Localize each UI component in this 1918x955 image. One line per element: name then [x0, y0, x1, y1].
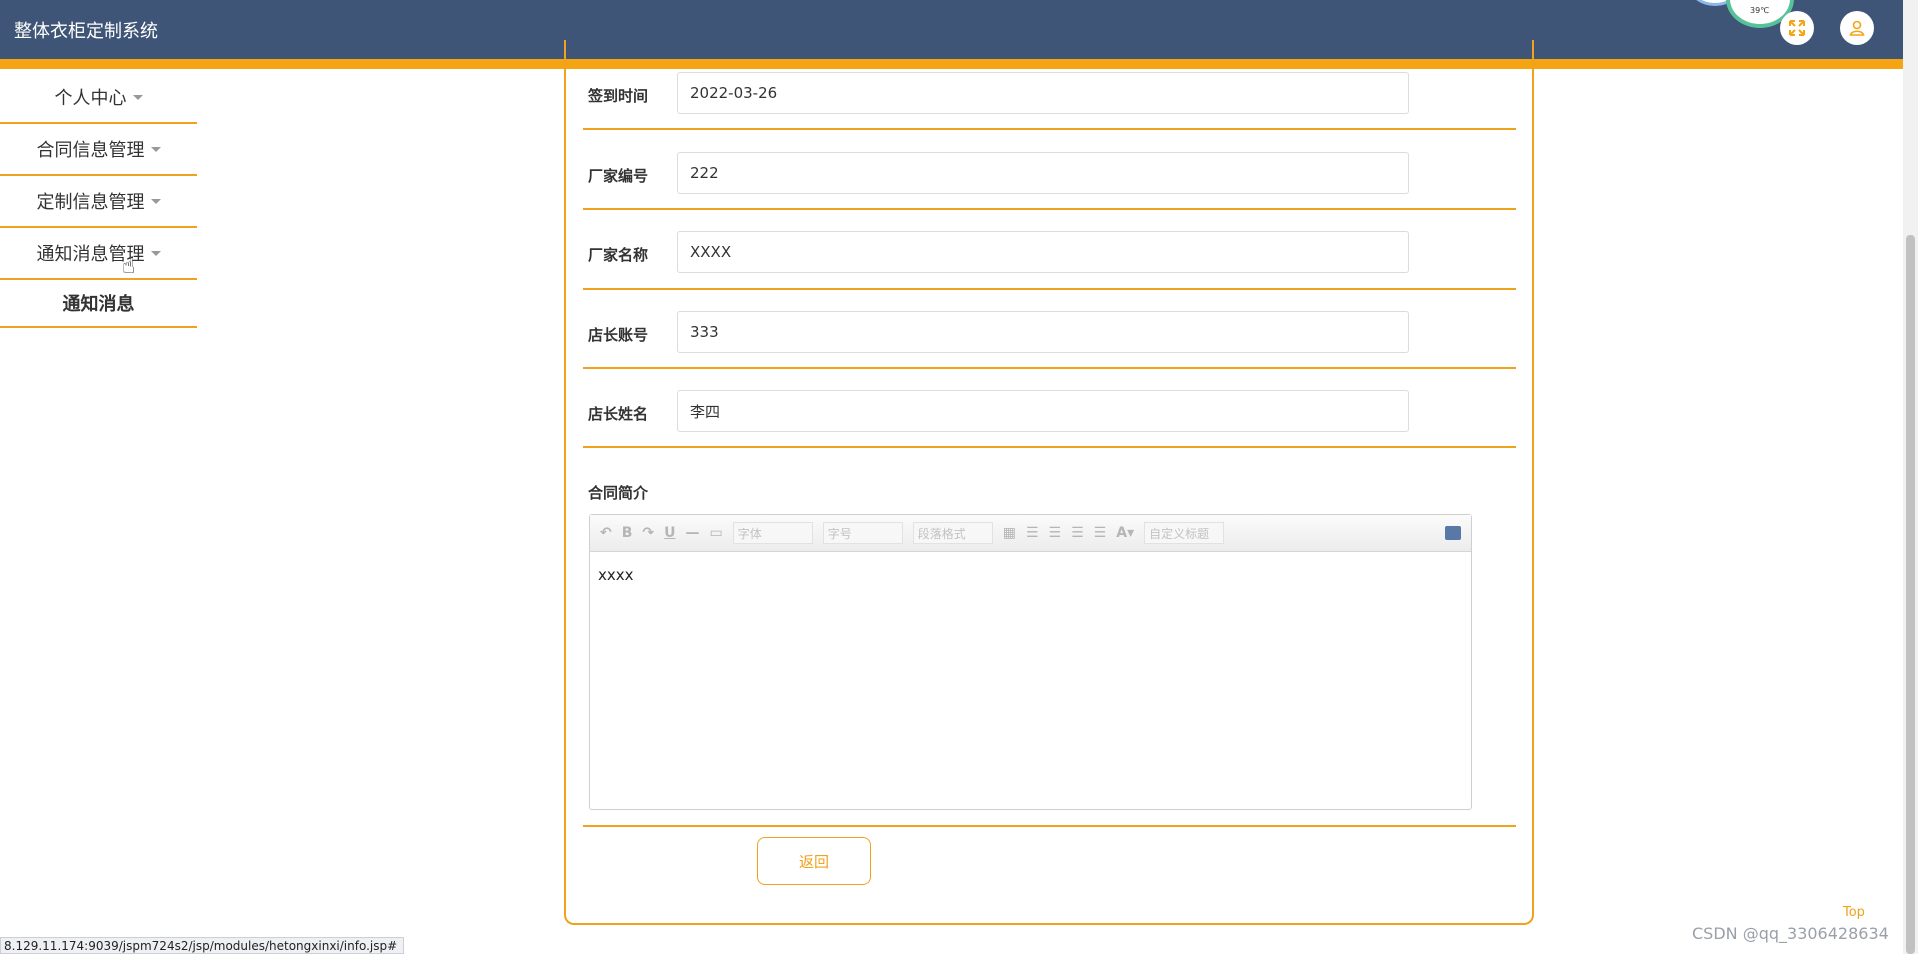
watermark: CSDN @qq_3306428634	[1692, 924, 1889, 943]
hand-cursor-icon: ☝	[122, 254, 136, 279]
field-label: 厂家名称	[588, 246, 649, 264]
sidebar-item-label: 定制信息管理	[36, 192, 145, 213]
user-button[interactable]	[1840, 11, 1874, 45]
sidebar-item-custom-management[interactable]: 定制信息管理	[0, 176, 197, 228]
font-family-select[interactable]: 字体	[732, 522, 813, 544]
fullscreen-icon	[1789, 20, 1805, 36]
form-row-factory-id: 厂家编号 222	[583, 128, 1516, 210]
chevron-down-icon	[132, 94, 143, 100]
sidebar: 个人中心 合同信息管理 定制信息管理 通知消息管理 通知消息	[0, 72, 197, 328]
sidebar-item-label: 通知消息	[62, 294, 135, 315]
sidebar-item-notice-management[interactable]: 通知消息管理	[0, 228, 197, 280]
underline-icon[interactable]: U	[664, 525, 675, 541]
fullscreen-button[interactable]	[1780, 11, 1814, 45]
status-bar-url: 8.129.11.174:9039/jspm724s2/jsp/modules/…	[0, 937, 405, 954]
manager-account-field[interactable]: 333	[677, 311, 1409, 353]
sidebar-item-personal-center[interactable]: 个人中心	[0, 72, 197, 124]
field-label: 店长姓名	[588, 405, 649, 423]
field-label: 厂家编号	[588, 167, 649, 185]
sidebar-subitem-notice[interactable]: 通知消息	[0, 280, 197, 328]
back-button[interactable]: 返回	[757, 837, 871, 885]
field-label: 合同简介	[588, 484, 649, 502]
manager-name-field[interactable]: 李四	[677, 390, 1409, 432]
chevron-down-icon	[150, 250, 161, 256]
align-center-icon[interactable]: ☰	[1071, 525, 1084, 541]
bold-icon[interactable]: B	[622, 525, 633, 541]
align-justify-icon[interactable]: ☰	[1094, 525, 1107, 541]
factory-id-field[interactable]: 222	[677, 152, 1409, 194]
horizontal-rule-icon[interactable]: —	[686, 525, 700, 541]
form-row-checkin-time: 签到时间 2022-03-26	[583, 72, 1516, 130]
align-right-icon[interactable]: ☰	[1049, 525, 1062, 541]
chevron-down-icon	[150, 198, 161, 204]
field-label: 签到时间	[588, 87, 649, 105]
field-label: 店长账号	[588, 326, 649, 344]
sidebar-item-label: 合同信息管理	[36, 140, 145, 161]
editor-toolbar: ↶ B ↷ U — ▭ 字体 字号 段落格式 ▦ ☰ ☰ ☰ ☰ A▾ 自定义标…	[590, 515, 1471, 552]
editor-content[interactable]: xxxx	[590, 552, 1471, 598]
paste-icon[interactable]: ▭	[710, 525, 723, 541]
form-row-manager-name: 店长姓名 李四	[583, 367, 1516, 448]
app-title: 整体衣柜定制系统	[14, 21, 158, 42]
sidebar-item-label: 个人中心	[54, 88, 127, 109]
font-color-icon[interactable]: A▾	[1116, 525, 1134, 541]
table-icon[interactable]: ▦	[1003, 525, 1016, 541]
form-row-manager-account: 店长账号 333	[583, 288, 1516, 369]
align-left-icon[interactable]: ☰	[1026, 525, 1039, 541]
custom-title-select[interactable]: 自定义标题	[1144, 522, 1225, 544]
form-row-factory-name: 厂家名称 XXXX	[583, 208, 1516, 290]
fullscreen-editor-icon[interactable]	[1445, 526, 1461, 540]
user-icon	[1849, 20, 1865, 36]
checkin-time-field[interactable]: 2022-03-26	[677, 72, 1409, 114]
sidebar-item-contract-management[interactable]: 合同信息管理	[0, 124, 197, 176]
rich-text-editor[interactable]: ↶ B ↷ U — ▭ 字体 字号 段落格式 ▦ ☰ ☰ ☰ ☰ A▾ 自定义标…	[589, 514, 1472, 810]
weather-temp: 39℃	[1750, 6, 1770, 15]
undo-icon[interactable]: ↶	[600, 525, 612, 541]
scrollbar-thumb[interactable]	[1906, 235, 1915, 954]
factory-name-field[interactable]: XXXX	[677, 231, 1409, 273]
font-size-select[interactable]: 字号	[822, 522, 903, 544]
back-to-top-link[interactable]: Top	[1843, 905, 1865, 920]
paragraph-format-select[interactable]: 段落格式	[912, 522, 993, 544]
redo-icon[interactable]: ↷	[642, 525, 654, 541]
chevron-down-icon	[150, 146, 161, 152]
